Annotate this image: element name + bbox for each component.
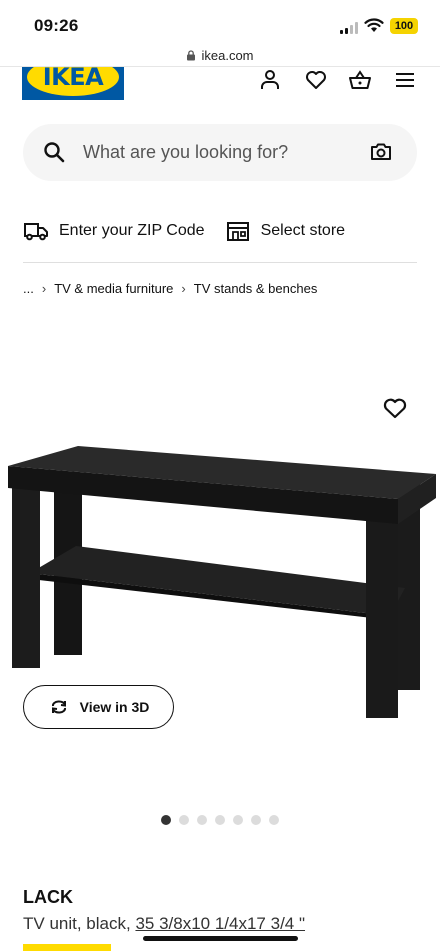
select-store-link[interactable]: Select store xyxy=(225,220,345,242)
image-carousel-dots xyxy=(161,815,279,825)
product-description: TV unit, black, 35 3/8x10 1/4x17 3/4 " xyxy=(23,914,305,934)
view-in-3d-button[interactable]: View in 3D xyxy=(23,685,174,729)
address-text: ikea.com xyxy=(201,47,254,63)
carousel-dot[interactable] xyxy=(251,815,261,825)
wifi-icon xyxy=(364,18,384,32)
search-input[interactable] xyxy=(83,124,363,181)
status-time: 09:26 xyxy=(34,16,79,35)
carousel-dot[interactable] xyxy=(215,815,225,825)
chevron-right-icon: › xyxy=(41,281,47,296)
product-type: TV unit, black, xyxy=(23,914,131,933)
store-icon xyxy=(226,222,249,241)
favorite-heart-icon[interactable] xyxy=(382,396,408,420)
site-header: IKEA xyxy=(0,66,440,106)
carousel-dot[interactable] xyxy=(233,815,243,825)
zip-code-link[interactable]: Enter your ZIP Code xyxy=(23,220,205,242)
search-bar[interactable] xyxy=(23,124,417,181)
divider xyxy=(23,262,417,263)
breadcrumb-item-tv-stands[interactable]: TV stands & benches xyxy=(194,281,318,296)
breadcrumb: ... › TV & media furniture › TV stands &… xyxy=(23,281,317,296)
search-icon xyxy=(44,142,65,163)
price-tag xyxy=(23,944,111,951)
lock-icon xyxy=(187,49,196,60)
zip-code-label: Enter your ZIP Code xyxy=(59,222,205,239)
carousel-dot[interactable] xyxy=(269,815,279,825)
home-indicator[interactable] xyxy=(143,936,298,941)
product-image[interactable] xyxy=(0,380,440,720)
product-name: LACK xyxy=(23,887,73,907)
address-bar[interactable]: ikea.com xyxy=(0,44,440,66)
battery-indicator: 100 xyxy=(390,18,418,34)
status-bar: 09:26 100 xyxy=(0,0,440,44)
chevron-right-icon: › xyxy=(181,281,186,296)
menu-icon[interactable] xyxy=(393,68,417,92)
breadcrumb-ellipsis[interactable]: ... xyxy=(23,281,34,296)
view-in-3d-label: View in 3D xyxy=(79,699,150,715)
rotate-3d-icon xyxy=(51,700,66,714)
breadcrumb-item-tv-media[interactable]: TV & media furniture xyxy=(54,281,173,296)
account-icon[interactable] xyxy=(258,68,282,92)
carousel-dot[interactable] xyxy=(179,815,189,825)
logo-text: IKEA xyxy=(42,66,104,91)
ikea-logo[interactable]: IKEA xyxy=(22,66,124,100)
carousel-dot[interactable] xyxy=(161,815,171,825)
utility-row: Enter your ZIP Code Select store xyxy=(23,216,345,246)
carousel-dot[interactable] xyxy=(197,815,207,825)
cart-icon[interactable] xyxy=(348,68,372,92)
select-store-label: Select store xyxy=(260,222,346,239)
truck-icon xyxy=(24,223,48,241)
product-dimensions-link[interactable]: 35 3/8x10 1/4x17 3/4 " xyxy=(135,914,305,933)
heart-icon[interactable] xyxy=(304,68,328,92)
camera-icon[interactable] xyxy=(369,140,393,164)
signal-icon xyxy=(340,22,358,34)
